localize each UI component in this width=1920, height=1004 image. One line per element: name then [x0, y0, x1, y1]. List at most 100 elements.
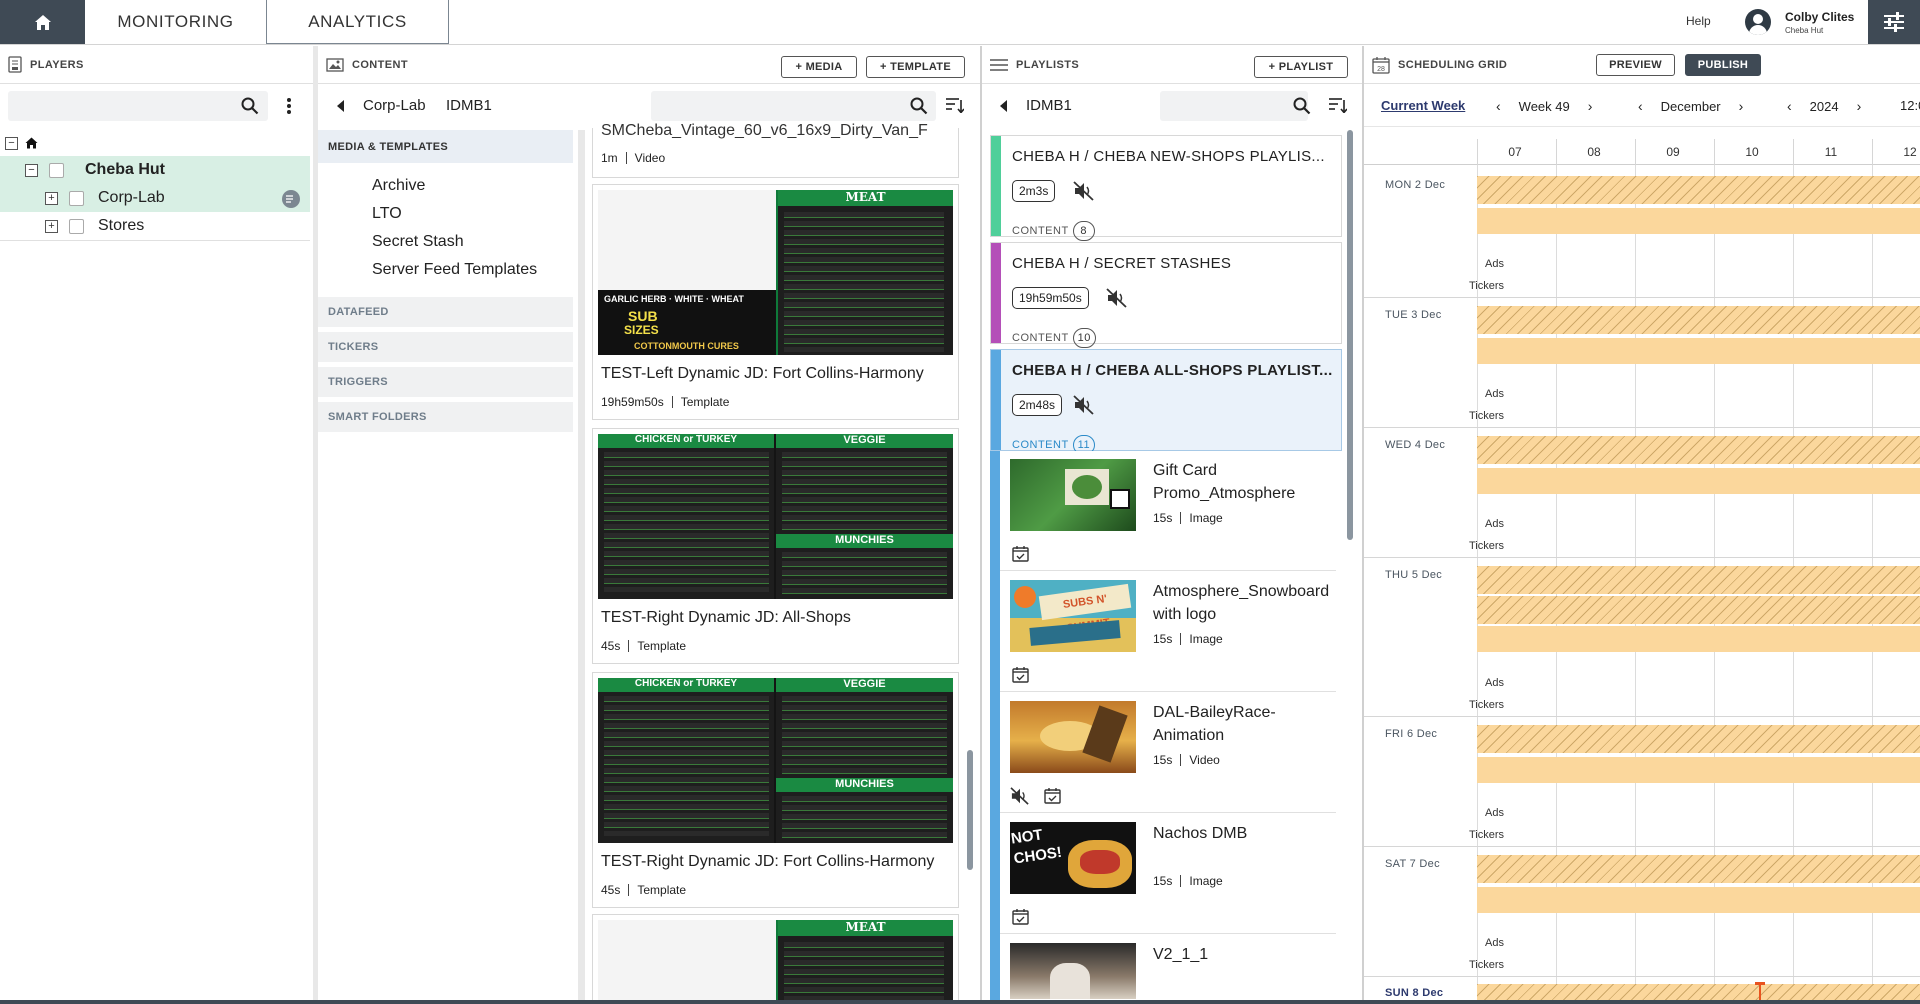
library-splitter[interactable] [578, 130, 585, 1000]
folder-item[interactable]: LTO [318, 200, 573, 228]
hour-label: 07 [1508, 145, 1522, 159]
playlist-assigned-icon[interactable] [282, 190, 300, 208]
tab-analytics[interactable]: ANALYTICS [267, 0, 449, 44]
muted-icon[interactable] [1010, 787, 1030, 805]
schedule-block[interactable] [1477, 725, 1920, 753]
tree-item-corp-lab[interactable]: + Corp-Lab [0, 184, 310, 212]
schedule-block[interactable] [1477, 468, 1920, 494]
media-card[interactable]: CHICKEN or TURKEY VEGGIE MUNCHIES TEST-R… [592, 428, 959, 664]
folder-item[interactable]: Archive [318, 172, 573, 200]
panel-divider[interactable] [1362, 46, 1364, 1004]
chevron-right-icon[interactable]: › [1739, 98, 1744, 114]
tab-monitoring[interactable]: MONITORING [85, 0, 267, 44]
playlists-search-input[interactable] [1160, 91, 1308, 121]
expand-icon[interactable]: + [45, 219, 58, 233]
schedule-icon[interactable] [1012, 908, 1029, 925]
folder-item[interactable]: Secret Stash [318, 228, 573, 256]
sort-icon[interactable] [1329, 97, 1347, 113]
expand-icon[interactable]: + [45, 191, 58, 205]
item-meta: 15s Video [1153, 753, 1220, 767]
schedule-block[interactable] [1477, 855, 1920, 883]
current-time-marker-cap [1755, 982, 1765, 985]
sort-icon[interactable] [946, 97, 964, 113]
playlist-card[interactable]: CHEBA H / CHEBA NEW-SHOPS PLAYLIS... 2m3… [990, 135, 1342, 241]
playlist-item[interactable]: NOT CHOS! Nachos DMB 15s Image [1000, 814, 1336, 934]
user-avatar[interactable] [1745, 9, 1771, 35]
chevron-right-icon[interactable]: › [1588, 98, 1593, 114]
schedule-block[interactable] [1477, 757, 1920, 783]
playlist-item[interactable]: Gift Card Promo_Atmosphere 15s Image [1000, 451, 1336, 571]
item-meta: 15s Image [1153, 874, 1223, 888]
checkbox[interactable] [69, 218, 84, 234]
back-arrow-icon[interactable] [337, 100, 345, 112]
schedule-block[interactable] [1477, 436, 1920, 464]
more-vertical-icon[interactable] [286, 97, 292, 115]
hour-label: 08 [1587, 145, 1601, 159]
home-button[interactable] [0, 0, 85, 44]
playlist-card-selected[interactable]: CHEBA H / CHEBA ALL-SHOPS PLAYLIST... 2m… [990, 349, 1342, 455]
media-card-meta: 19h59m50s Template [601, 395, 729, 409]
schedule-block[interactable] [1477, 566, 1920, 594]
add-playlist-button[interactable]: + PLAYLIST [1254, 56, 1348, 78]
add-template-button[interactable]: + TEMPLATE [866, 56, 965, 78]
section-tickers[interactable]: TICKERS [318, 332, 573, 362]
chevron-right-icon[interactable]: › [1857, 98, 1862, 114]
schedule-block[interactable] [1477, 176, 1920, 204]
add-media-button[interactable]: + MEDIA [781, 56, 857, 78]
schedule-block[interactable] [1477, 596, 1920, 624]
playlists-scrollbar[interactable] [1347, 130, 1353, 540]
schedule-block[interactable] [1477, 626, 1920, 652]
schedule-block[interactable] [1477, 984, 1920, 1000]
section-triggers[interactable]: TRIGGERS [318, 367, 573, 397]
schedule-icon[interactable] [1012, 545, 1029, 562]
chevron-left-icon[interactable]: ‹ [1787, 98, 1792, 114]
preview-button[interactable]: PREVIEW [1596, 54, 1675, 76]
muted-icon[interactable] [1106, 288, 1128, 308]
schedule-icon[interactable] [1044, 787, 1061, 804]
search-icon[interactable] [910, 97, 928, 115]
collapse-icon[interactable]: − [5, 136, 18, 150]
media-card-title: TEST-Right Dynamic JD: Fort Collins-Harm… [601, 853, 935, 870]
schedule-block[interactable] [1477, 306, 1920, 334]
muted-icon[interactable] [1073, 395, 1095, 415]
folder-item[interactable]: Server Feed Templates [318, 256, 573, 284]
back-arrow-icon[interactable] [1000, 100, 1008, 112]
panel-divider[interactable] [980, 46, 982, 1004]
search-icon[interactable] [241, 97, 259, 115]
playlist-item[interactable]: DAL-BaileyRace-Animation 15s Video [1000, 693, 1336, 813]
media-card[interactable]: SMCheba_Vintage_60_v6_16x9_Dirty_Van_F 1… [592, 122, 959, 178]
checkbox[interactable] [49, 162, 64, 178]
chevron-left-icon[interactable]: ‹ [1496, 98, 1501, 114]
tree-root-row[interactable]: − [0, 129, 310, 157]
content-search-input[interactable] [651, 91, 936, 121]
media-card[interactable]: CHICKEN or TURKEY VEGGIE MUNCHIES TEST-R… [592, 672, 959, 908]
media-card[interactable]: MEAT GARLIC HERB · WHITE · WHEAT SUB SIZ… [592, 184, 959, 420]
publish-button[interactable]: PUBLISH [1685, 54, 1761, 76]
section-smart-folders[interactable]: SMART FOLDERS [318, 402, 573, 432]
playlist-card[interactable]: CHEBA H / SECRET STASHES 19h59m50s CONTE… [990, 242, 1342, 348]
tree-item-stores[interactable]: + Stores [0, 212, 310, 240]
schedule-icon[interactable] [1012, 666, 1029, 683]
muted-icon[interactable] [1073, 181, 1095, 201]
current-week-link[interactable]: Current Week [1381, 98, 1465, 113]
settings-button[interactable] [1868, 0, 1920, 44]
day-label: FRI 6 Dec [1385, 728, 1438, 740]
tree-item-cheba-hut[interactable]: − Cheba Hut [0, 156, 310, 184]
search-icon[interactable] [1293, 97, 1311, 115]
schedule-block[interactable] [1477, 208, 1920, 234]
content-scrollbar[interactable] [967, 750, 973, 870]
section-media-templates[interactable]: MEDIA & TEMPLATES [318, 130, 573, 163]
checkbox[interactable] [69, 190, 84, 206]
chevron-left-icon[interactable]: ‹ [1638, 98, 1643, 114]
playlist-item[interactable]: V2_1_1 [1000, 935, 1336, 1004]
media-card[interactable]: MEAT [592, 914, 959, 1004]
players-search-input[interactable] [8, 91, 268, 121]
breadcrumb-item[interactable]: Corp-Lab [363, 97, 426, 114]
collapse-icon[interactable]: − [25, 163, 38, 177]
item-thumbnail [1010, 701, 1136, 773]
section-datafeed[interactable]: DATAFEED [318, 297, 573, 327]
playlist-item[interactable]: SUBS N' SUMMIT Atmosphere_Snowboard with… [1000, 572, 1336, 692]
schedule-block[interactable] [1477, 338, 1920, 364]
schedule-block[interactable] [1477, 887, 1920, 913]
help-link[interactable]: Help [1686, 14, 1711, 28]
